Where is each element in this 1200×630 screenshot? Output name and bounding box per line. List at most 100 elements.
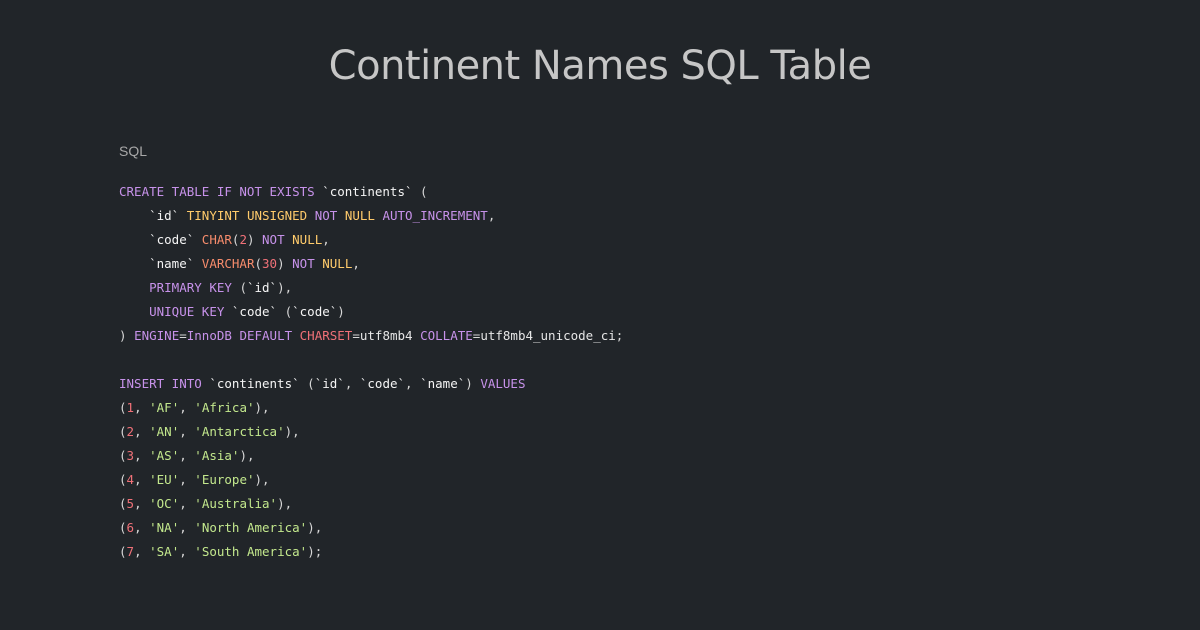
sql-punctuation: ; (615, 328, 624, 343)
code-line: ) ENGINE=InnoDB DEFAULT CHARSET=utf8mb4 … (119, 324, 623, 348)
sql-string: 'Australia' (194, 496, 278, 511)
sql-punctuation: ( (119, 472, 127, 487)
code-line: (5, 'OC', 'Australia'), (119, 492, 623, 516)
sql-number: 7 (126, 544, 135, 559)
sql-keyword: NOT (314, 208, 338, 223)
sql-punctuation: , (179, 472, 195, 487)
sql-punctuation: ) (465, 376, 473, 391)
sql-punctuation: ) (277, 256, 285, 271)
sql-keyword: UNIQUE KEY (149, 304, 225, 319)
sql-number: 2 (126, 424, 135, 439)
sql-string: 'SA' (149, 544, 180, 559)
sql-punctuation: , (134, 448, 150, 463)
sql-identifier: `code` (292, 304, 338, 319)
sql-punctuation: ) (246, 232, 255, 247)
sql-identifier: `code` (359, 376, 406, 391)
sql-punctuation: ( (420, 184, 428, 199)
sql-punctuation: ), (254, 472, 270, 487)
sql-punctuation: ( (119, 448, 127, 463)
sql-punctuation: ( (284, 304, 293, 319)
sql-punctuation: , (344, 376, 360, 391)
sql-identifier: `continents` (322, 184, 413, 199)
sql-type: TINYINT UNSIGNED (186, 208, 308, 223)
sql-string: 'OC' (149, 496, 180, 511)
code-line: (3, 'AS', 'Asia'), (119, 444, 623, 468)
page-title: Continent Names SQL Table (328, 43, 872, 89)
sql-punctuation: , (134, 544, 150, 559)
sql-punctuation: ( (119, 424, 127, 439)
sql-string: 'Europe' (194, 472, 255, 487)
sql-string: 'EU' (149, 472, 180, 487)
sql-punctuation: , (179, 424, 195, 439)
code-line: (7, 'SA', 'South America'); (119, 540, 623, 564)
sql-punctuation: , (322, 232, 330, 247)
sql-identifier: `code` (149, 232, 195, 247)
sql-punctuation: ( (307, 376, 315, 391)
code-line: `id` TINYINT UNSIGNED NOT NULL AUTO_INCR… (119, 204, 623, 228)
sql-keyword: COLLATE (420, 328, 473, 343)
sql-punctuation: ), (277, 496, 293, 511)
sql-identifier: `name` (149, 256, 195, 271)
sql-number: CHARSET (299, 328, 353, 343)
sql-keyword: AUTO_INCREMENT (382, 208, 488, 223)
sql-function: CHAR (201, 232, 232, 247)
sql-identifier: `id` (149, 208, 180, 223)
sql-type: NULL (292, 232, 323, 247)
sql-string: 'North America' (194, 520, 308, 535)
code-line: (6, 'NA', 'North America'), (119, 516, 623, 540)
sql-punctuation: , (179, 496, 195, 511)
sql-punctuation: ( (119, 544, 127, 559)
code-line: (1, 'AF', 'Africa'), (119, 396, 623, 420)
sql-keyword: CREATE TABLE IF NOT EXISTS (119, 184, 315, 199)
sql-number: 5 (126, 496, 135, 511)
code-line: (4, 'EU', 'Europe'), (119, 468, 623, 492)
sql-punctuation: , (134, 496, 150, 511)
sql-string: 'AS' (149, 448, 180, 463)
sql-punctuation: ) (337, 304, 345, 319)
code-line: `name` VARCHAR(30) NOT NULL, (119, 252, 623, 276)
sql-punctuation: ), (254, 400, 270, 415)
sql-punctuation: ); (307, 544, 323, 559)
sql-number: 1 (126, 400, 135, 415)
sql-punctuation: ), (307, 520, 323, 535)
sql-keyword: INSERT INTO (119, 376, 202, 391)
code-line: `code` CHAR(2) NOT NULL, (119, 228, 623, 252)
sql-punctuation: = (179, 328, 187, 343)
sql-punctuation: , (179, 448, 195, 463)
code-line: (2, 'AN', 'Antarctica'), (119, 420, 623, 444)
sql-keyword: DEFAULT (239, 328, 293, 343)
sql-code-block[interactable]: CREATE TABLE IF NOT EXISTS `continents` … (119, 180, 623, 564)
sql-punctuation: ( (119, 496, 127, 511)
sql-punctuation: , (405, 376, 421, 391)
sql-punctuation: , (179, 520, 195, 535)
sql-punctuation: ), (239, 448, 255, 463)
sql-keyword: ENGINE (134, 328, 180, 343)
sql-number: 2 (239, 232, 247, 247)
sql-identifier: `continents` (209, 376, 300, 391)
sql-punctuation: , (179, 400, 195, 415)
sql-string: 'South America' (194, 544, 308, 559)
sql-punctuation: , (134, 520, 150, 535)
sql-punctuation: ( (119, 520, 127, 535)
sql-keyword: InnoDB (186, 328, 232, 343)
sql-punctuation: , (352, 256, 360, 271)
sql-number: 6 (126, 520, 135, 535)
sql-punctuation: ( (254, 256, 263, 271)
sql-type: NULL (322, 256, 353, 271)
